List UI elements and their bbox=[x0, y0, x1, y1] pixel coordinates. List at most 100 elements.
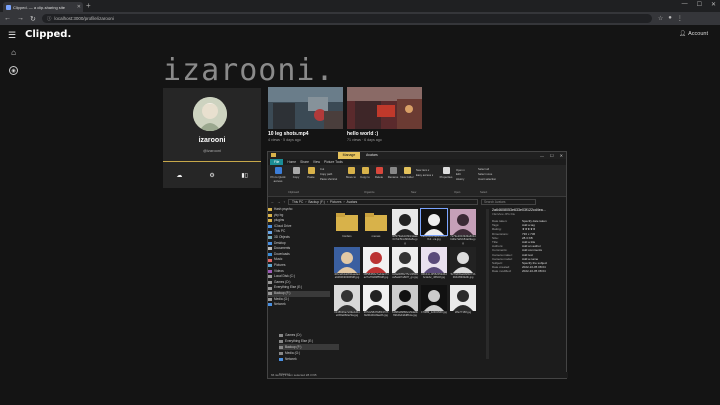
minimize-icon[interactable]: — bbox=[682, 1, 688, 8]
ribbon-tab-share[interactable]: Share bbox=[300, 160, 309, 164]
hamburger-menu-icon[interactable]: ☰ bbox=[8, 30, 16, 41]
file-item[interactable]: 39f58df9bc7adda47da27a7f0d9855d8.jpg bbox=[363, 247, 389, 283]
profile-icon[interactable]: ● bbox=[668, 15, 672, 22]
paste-button[interactable]: Paste bbox=[303, 167, 319, 179]
nav-item[interactable]: Network bbox=[268, 302, 330, 308]
breadcrumb[interactable]: This PC › Backup (F:) › Pictures › Avatars bbox=[287, 198, 478, 205]
breadcrumb-item[interactable]: Pictures bbox=[330, 200, 342, 204]
file-item[interactable]: 40bcafb2ab811aa4a1a6d60b90306fd8.jpg bbox=[334, 247, 360, 283]
cut-button[interactable]: Cut bbox=[320, 168, 324, 171]
pin-quick-access-button[interactable]: Pin to Quick access bbox=[270, 167, 286, 183]
manage-context-tab[interactable]: Manage bbox=[338, 152, 360, 159]
file-item[interactable]: 0148f4f0a7e99ebdb4e0b5a660a7da.jpg bbox=[334, 285, 360, 321]
file-item[interactable]: 7e79e20b39d9a602dbd0e7a8cb84a09a.jpg bbox=[450, 209, 476, 245]
clip-title[interactable]: hello world :) bbox=[347, 131, 422, 137]
clip-card[interactable]: 10 leg shots.mp4 4 views · 5 days ago bbox=[268, 87, 343, 142]
file-item[interactable]: 919a0085275cc9f999ca5ad27a807f_gn.jpg bbox=[392, 247, 418, 283]
close-window-icon[interactable]: ✕ bbox=[560, 152, 563, 159]
maximize-icon[interactable]: ☐ bbox=[550, 152, 554, 159]
reload-icon[interactable]: ↻ bbox=[30, 15, 36, 23]
folder-item[interactable]: memes bbox=[363, 209, 389, 245]
account-button[interactable]: 👤︎ Account bbox=[679, 31, 708, 37]
properties-button[interactable]: Properties bbox=[438, 167, 454, 179]
file-item[interactable]: 3972e58d7b8f437258e90d41b8ae6b.jpg bbox=[363, 285, 389, 321]
file-item[interactable]: f3f5f79abdc093cdaab047dc5bcd9b6e8a.jpg bbox=[392, 209, 418, 245]
nav-item-label: Network bbox=[274, 302, 286, 307]
image-thumbnail bbox=[334, 247, 360, 273]
drive-item[interactable]: Network bbox=[279, 356, 339, 362]
close-tab-icon[interactable]: ✕ bbox=[77, 4, 81, 10]
new-item-button[interactable]: New item ▾ bbox=[416, 168, 429, 172]
discover-icon[interactable]: ◉ bbox=[9, 66, 18, 75]
minimize-icon[interactable]: — bbox=[540, 152, 544, 159]
forward-icon[interactable]: → bbox=[17, 15, 24, 22]
file-item[interactable]: 2a64608053e633e03f12...ca.jpg bbox=[420, 208, 448, 245]
menu-kebab-icon[interactable]: ⋮ bbox=[677, 15, 683, 22]
file-item[interactable]: 28a77158.jpg bbox=[450, 285, 476, 321]
image-thumbnail bbox=[392, 285, 418, 311]
breadcrumb-item[interactable]: Backup (F:) bbox=[308, 200, 324, 204]
clip-thumbnail[interactable] bbox=[268, 87, 343, 129]
site-info-icon[interactable]: ⓘ bbox=[47, 16, 52, 22]
ribbon-tab-home[interactable]: Home bbox=[287, 160, 296, 164]
settings-gear-icon[interactable]: ⚙ bbox=[196, 164, 229, 186]
details-value[interactable]: 2022-10-05 08:04 bbox=[522, 269, 546, 273]
clip-thumbnail[interactable] bbox=[347, 87, 422, 129]
history-button[interactable]: History bbox=[456, 178, 464, 181]
select-none-button[interactable]: Select none bbox=[478, 173, 492, 176]
paste-shortcut-button[interactable]: Paste shortcut bbox=[320, 178, 337, 181]
file-name: f3f5f79abdc093cdaab047dc5bcd9b6e8a.jpg bbox=[392, 235, 418, 245]
ribbon-tab-view[interactable]: View bbox=[313, 160, 320, 164]
bookmark-icon[interactable]: ☆ bbox=[658, 15, 663, 22]
maximize-icon[interactable]: ☐ bbox=[697, 1, 702, 8]
new-folder-button[interactable]: New folder bbox=[399, 167, 415, 179]
close-window-icon[interactable]: ✕ bbox=[711, 1, 716, 8]
select-all-button[interactable]: Select all bbox=[478, 168, 489, 171]
new-tab-icon[interactable]: + bbox=[86, 1, 91, 10]
ribbon-tab-picture-tools[interactable]: Picture Tools bbox=[324, 160, 343, 164]
forward-icon[interactable]: → bbox=[277, 200, 280, 204]
edit-button[interactable]: Edit bbox=[456, 173, 461, 176]
library-icon[interactable]: ▮▯ bbox=[228, 164, 261, 186]
easy-access-button[interactable]: Easy access ▾ bbox=[416, 173, 433, 177]
cube-icon bbox=[268, 236, 272, 240]
file-name: 84b44c-9f552052d4dbcdebc_4f8d4f.jpg bbox=[421, 273, 447, 280]
open-button[interactable]: Open ▾ bbox=[456, 168, 465, 172]
folder-item[interactable]: borders bbox=[334, 209, 360, 245]
details-pane: 2a64608053e633e03f122cd4ea... IrfanView … bbox=[492, 208, 566, 366]
drive-icon bbox=[268, 292, 272, 296]
search-input[interactable]: Search Avatars bbox=[480, 198, 536, 205]
file-item[interactable]: 84b44c-9f552052d4dbcdebc_4f8d4f.jpg bbox=[421, 247, 447, 283]
profile-name: izarooni bbox=[198, 137, 226, 144]
person-icon: 👤︎ bbox=[679, 31, 687, 37]
address-bar[interactable]: ⓘ localhost:3000/profile/izarooni bbox=[41, 14, 652, 23]
browser-tab[interactable]: Clipped. — a clip-sharing site ✕ bbox=[3, 2, 83, 12]
ribbon-group-label: Organize bbox=[364, 191, 375, 194]
screen: Clipped. — a clip-sharing site ✕ + — ☐ ✕… bbox=[0, 0, 720, 405]
back-icon[interactable]: ← bbox=[271, 200, 274, 204]
file-item[interactable]: 5279d0faa9b89274b3b6c89fdfe0b.jpg bbox=[450, 247, 476, 283]
breadcrumb-item[interactable]: This PC bbox=[292, 200, 303, 204]
breadcrumb-item[interactable]: Avatars bbox=[347, 200, 358, 204]
new-folder-label: New folder bbox=[400, 175, 414, 179]
home-icon[interactable]: ⌂ bbox=[9, 48, 18, 57]
upload-cloud-icon[interactable]: ☁ bbox=[163, 164, 196, 186]
back-icon[interactable]: ← bbox=[4, 15, 11, 22]
scrollbar[interactable] bbox=[486, 209, 489, 359]
file-name: 2a64608053e633e03f12...ca.jpg bbox=[421, 235, 447, 242]
brand-logo[interactable]: Clipped. bbox=[25, 29, 71, 40]
clip-thumbnail-image bbox=[268, 87, 343, 129]
folder-icon bbox=[268, 208, 272, 212]
desktop-icon bbox=[268, 241, 272, 245]
clip-card[interactable]: hello world :) 71 views · 6 days ago bbox=[347, 87, 422, 142]
clip-title[interactable]: 10 leg shots.mp4 bbox=[268, 131, 343, 137]
invert-selection-button[interactable]: Invert selection bbox=[478, 178, 496, 181]
copy-path-button[interactable]: Copy path bbox=[320, 173, 332, 176]
up-icon[interactable]: ↑ bbox=[283, 200, 285, 204]
file-item[interactable]: 61884d6ff6fbc29da0b69b4bd4dd8b1a.jpg bbox=[392, 285, 418, 321]
ribbon-group-label: New bbox=[411, 191, 417, 194]
copy-button[interactable]: Copy bbox=[288, 167, 304, 179]
copy-label: Copy bbox=[292, 175, 300, 179]
window-controls: — ☐ ✕ bbox=[682, 1, 716, 8]
file-item[interactable]: 17088f_1240zMf0.jpg bbox=[421, 285, 447, 321]
